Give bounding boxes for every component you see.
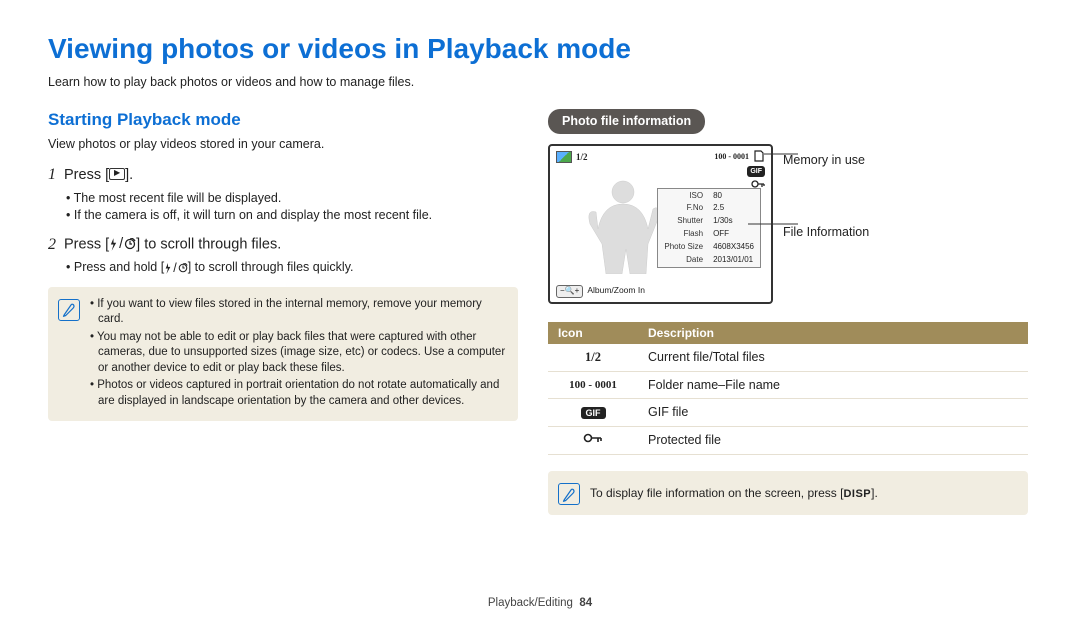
flash-timer-icon: / (164, 260, 187, 277)
zoom-control-icon: −🔍+ (556, 285, 583, 298)
note-icon (58, 299, 80, 321)
callout-memory: Memory in use (783, 152, 869, 169)
table-row: 100 - 0001 Folder name–File name (548, 371, 1028, 399)
step-1: 1 Press [▶]. The most recent file will b… (48, 164, 518, 223)
note-icon (558, 483, 580, 505)
gif-icon: GIF (581, 407, 606, 419)
step-number: 1 (48, 164, 56, 186)
note-item-3: Photos or videos captured in portrait or… (90, 378, 506, 409)
tip-box: To display file information on the scree… (548, 471, 1028, 515)
photo-file-info-heading: Photo file information (548, 109, 705, 134)
table-row: 1/2 Current file/Total files (548, 344, 1028, 371)
lcd-preview: 1/2 100 - 0001 GIF (548, 144, 773, 304)
table-header-icon: Icon (548, 322, 638, 344)
callout-file-info: File Information (783, 224, 869, 241)
page-footer: Playback/Editing 84 (0, 596, 1080, 612)
step-2: 2 Press [/] to scroll through files. Pre… (48, 234, 518, 277)
section-heading: Starting Playback mode (48, 109, 518, 132)
page-title: Viewing photos or videos in Playback mod… (48, 30, 1032, 68)
step-text: Press [▶]. (64, 166, 133, 186)
note-box: If you want to view files stored in the … (48, 287, 518, 422)
photo-thumb-icon (556, 151, 572, 163)
page-subtitle: Learn how to play back photos or videos … (48, 74, 1032, 91)
disp-button-label: DISP (843, 488, 871, 500)
note-item-2: You may not be able to edit or play back… (90, 330, 506, 377)
file-info-panel: ISO80 F.No2.5 Shutter1/30s FlashOFF Phot… (657, 188, 761, 269)
section-intro: View photos or play videos stored in you… (48, 136, 518, 153)
gif-badge: GIF (747, 166, 765, 177)
note-item-1: If you want to view files stored in the … (90, 297, 506, 328)
file-counter: 1/2 (576, 151, 588, 163)
table-header-desc: Description (638, 322, 1028, 344)
table-row: Protected file (548, 427, 1028, 455)
right-column: Photo file information 1/2 100 - 0001 (548, 109, 1028, 516)
step-2-bullet-1: Press and hold [/] to scroll through fil… (66, 259, 518, 276)
folder-file-name: 100 - 0001 (714, 152, 749, 163)
playback-button-icon: ▶ (109, 168, 125, 180)
icon-description-table: Icon Description 1/2 Current file/Total … (548, 322, 1028, 456)
step-1-bullet-1: The most recent file will be displayed. (66, 190, 518, 207)
table-row: GIF GIF file (548, 399, 1028, 427)
step-number: 2 (48, 234, 56, 256)
flash-timer-icon: / (109, 235, 136, 255)
step-1-bullet-2: If the camera is off, it will turn on an… (66, 207, 518, 224)
lcd-bottom-label: Album/Zoom In (587, 285, 645, 296)
step-text: Press [/] to scroll through files. (64, 235, 281, 255)
key-icon (548, 427, 638, 455)
left-column: Starting Playback mode View photos or pl… (48, 109, 518, 516)
memory-card-icon (753, 150, 765, 165)
